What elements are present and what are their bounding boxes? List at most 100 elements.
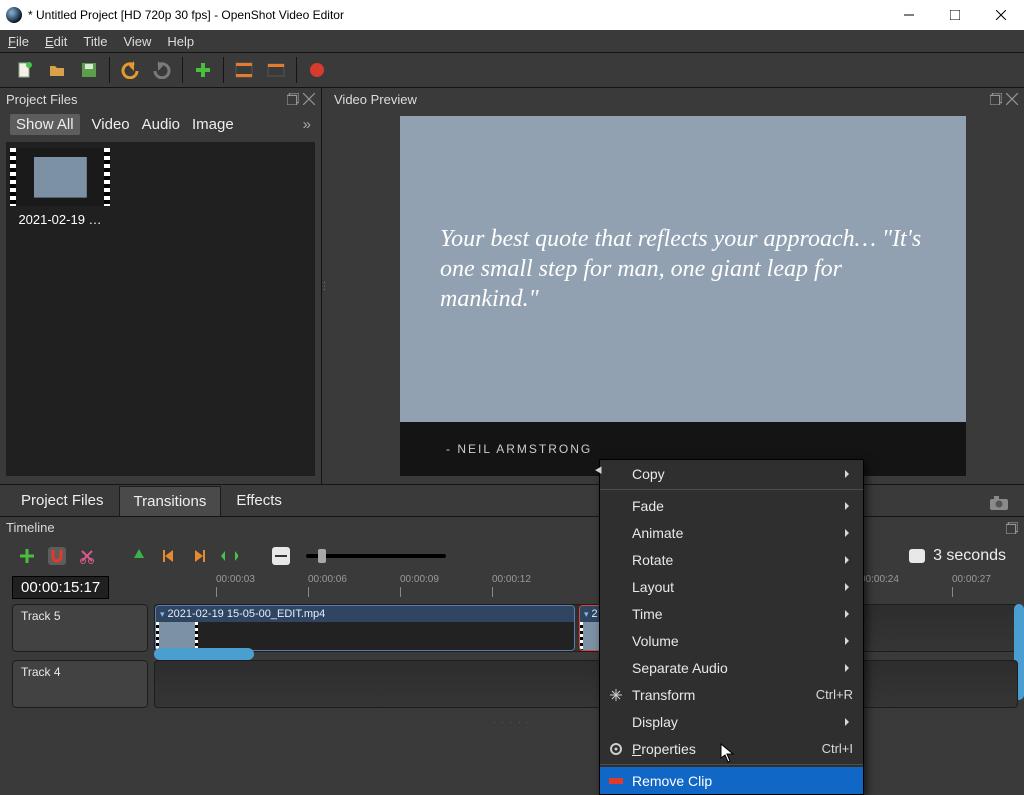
- panel-close-icon[interactable]: [1006, 93, 1018, 105]
- open-project-icon[interactable]: [48, 61, 66, 79]
- tab-transitions[interactable]: Transitions: [119, 486, 222, 516]
- window-titlebar: * Untitled Project [HD 720p 30 fps] - Op…: [0, 0, 1024, 30]
- resize-grip[interactable]: . . . . .: [0, 716, 1024, 725]
- clip-title: 2021-02-19 15-05-00_EDIT.mp4: [156, 606, 574, 622]
- snap-icon[interactable]: [48, 547, 66, 565]
- filter-audio[interactable]: Audio: [142, 116, 180, 133]
- app-icon: [6, 7, 22, 23]
- next-marker-icon[interactable]: [190, 547, 208, 565]
- import-files-icon[interactable]: [194, 61, 212, 79]
- project-files-header: Project Files: [0, 88, 321, 110]
- filter-more-icon[interactable]: »: [303, 116, 311, 133]
- ctx-separator: [600, 489, 863, 490]
- bottom-tabs: Project Files Transitions Effects: [0, 484, 1024, 516]
- new-project-icon[interactable]: [16, 61, 34, 79]
- zoom-slider-button[interactable]: [272, 547, 290, 565]
- panel-undock-icon[interactable]: [990, 93, 1002, 105]
- timeline-toolbar: 3 seconds: [0, 538, 1024, 574]
- track-row: Track 5 2021-02-19 15-05-00_EDIT.mp4 2: [12, 604, 1024, 652]
- filter-row: Show All Video Audio Image »: [0, 110, 321, 138]
- film-icon: [156, 622, 198, 650]
- track-lane[interactable]: 2021-02-19 15-05-00_EDIT.mp4 2: [154, 604, 1018, 652]
- ctx-volume[interactable]: Volume: [600, 627, 863, 654]
- preview-slide: Your best quote that reflects your appro…: [400, 116, 966, 422]
- filter-show-all[interactable]: Show All: [10, 114, 80, 135]
- ctx-layout[interactable]: Layout: [600, 573, 863, 600]
- snapshot-icon[interactable]: [990, 494, 1008, 512]
- maximize-button[interactable]: [932, 0, 978, 30]
- project-files-well[interactable]: 2021-02-19 …: [6, 142, 315, 476]
- minimize-button[interactable]: [886, 0, 932, 30]
- add-marker-icon[interactable]: [130, 547, 148, 565]
- timeline-clip[interactable]: 2021-02-19 15-05-00_EDIT.mp4: [155, 605, 575, 651]
- transform-icon: [608, 687, 624, 703]
- track-label[interactable]: Track 5: [12, 604, 148, 652]
- menu-view[interactable]: View: [119, 32, 155, 51]
- timeline-header: Timeline: [0, 516, 1024, 538]
- close-button[interactable]: [978, 0, 1024, 30]
- undo-icon[interactable]: [121, 61, 139, 79]
- timeline-tracks: Track 5 2021-02-19 15-05-00_EDIT.mp4 2 T…: [12, 604, 1024, 708]
- track-label[interactable]: Track 4: [12, 660, 148, 708]
- menu-title[interactable]: Title: [79, 32, 111, 51]
- gear-icon: [608, 741, 624, 757]
- zoom-indicator-icon: [909, 549, 925, 563]
- video-preview-panel: Video Preview Your best quote that refle…: [328, 88, 1024, 484]
- toolbar-separator: [296, 57, 297, 83]
- tab-project-files[interactable]: Project Files: [6, 485, 119, 516]
- ruler-ticks: 00:00:03 00:00:06 00:00:09 00:00:12 00:0…: [154, 574, 1018, 604]
- playhead-timecode[interactable]: 00:00:15:17: [12, 576, 109, 599]
- menu-help[interactable]: Help: [163, 32, 198, 51]
- save-project-icon[interactable]: [80, 61, 98, 79]
- project-item-label: 2021-02-19 …: [18, 212, 101, 227]
- menu-file[interactable]: File: [4, 32, 33, 51]
- filter-image[interactable]: Image: [192, 116, 234, 133]
- panel-undock-icon[interactable]: [1006, 522, 1018, 534]
- add-track-icon[interactable]: [18, 547, 36, 565]
- zoom-label: 3 seconds: [933, 547, 1006, 565]
- fullscreen-icon[interactable]: [267, 61, 285, 79]
- ctx-display[interactable]: Display: [600, 708, 863, 735]
- project-item[interactable]: 2021-02-19 …: [12, 148, 108, 227]
- track-row: Track 4: [12, 660, 1024, 708]
- menu-edit[interactable]: Edit: [41, 32, 71, 51]
- filter-video[interactable]: Video: [92, 116, 130, 133]
- horizontal-scrollbar[interactable]: [154, 648, 1018, 660]
- redo-icon[interactable]: [153, 61, 171, 79]
- work-area: Project Files Show All Video Audio Image…: [0, 88, 1024, 484]
- ctx-animate[interactable]: Animate: [600, 519, 863, 546]
- zoom-slider[interactable]: [306, 554, 446, 558]
- video-preview-header: Video Preview: [328, 88, 1024, 110]
- prev-marker-icon[interactable]: [160, 547, 178, 565]
- ctx-rotate[interactable]: Rotate: [600, 546, 863, 573]
- toolbar-separator: [182, 57, 183, 83]
- ctx-transform[interactable]: TransformCtrl+R: [600, 681, 863, 708]
- video-preview-canvas[interactable]: Your best quote that reflects your appro…: [400, 116, 966, 476]
- window-title: * Untitled Project [HD 720p 30 fps] - Op…: [28, 8, 886, 22]
- track-lane[interactable]: [154, 660, 1018, 708]
- toolbar-separator: [109, 57, 110, 83]
- panel-close-icon[interactable]: [303, 93, 315, 105]
- mouse-cursor: [720, 743, 734, 763]
- ctx-fade[interactable]: Fade: [600, 492, 863, 519]
- ctx-copy[interactable]: Copy: [600, 460, 863, 487]
- ctx-time[interactable]: Time: [600, 600, 863, 627]
- menubar: File Edit Title View Help: [0, 30, 1024, 52]
- razor-icon[interactable]: [78, 547, 96, 565]
- main-toolbar: [0, 52, 1024, 88]
- ctx-separator: [600, 764, 863, 765]
- tab-effects[interactable]: Effects: [221, 485, 297, 516]
- video-preview-title: Video Preview: [334, 92, 986, 107]
- project-files-title: Project Files: [6, 92, 283, 107]
- toolbar-separator: [223, 57, 224, 83]
- export-video-icon[interactable]: [308, 61, 326, 79]
- ctx-separate-audio[interactable]: Separate Audio: [600, 654, 863, 681]
- choose-profile-icon[interactable]: [235, 61, 253, 79]
- project-files-panel: Project Files Show All Video Audio Image…: [0, 88, 322, 484]
- project-item-thumbnail: [12, 148, 108, 206]
- panel-undock-icon[interactable]: [287, 93, 299, 105]
- center-playhead-icon[interactable]: [220, 547, 238, 565]
- preview-quote-text: Your best quote that reflects your appro…: [440, 224, 940, 314]
- timeline-ruler[interactable]: 00:00:15:17 00:00:03 00:00:06 00:00:09 0…: [12, 574, 1024, 604]
- zoom-slider-knob[interactable]: [318, 549, 326, 563]
